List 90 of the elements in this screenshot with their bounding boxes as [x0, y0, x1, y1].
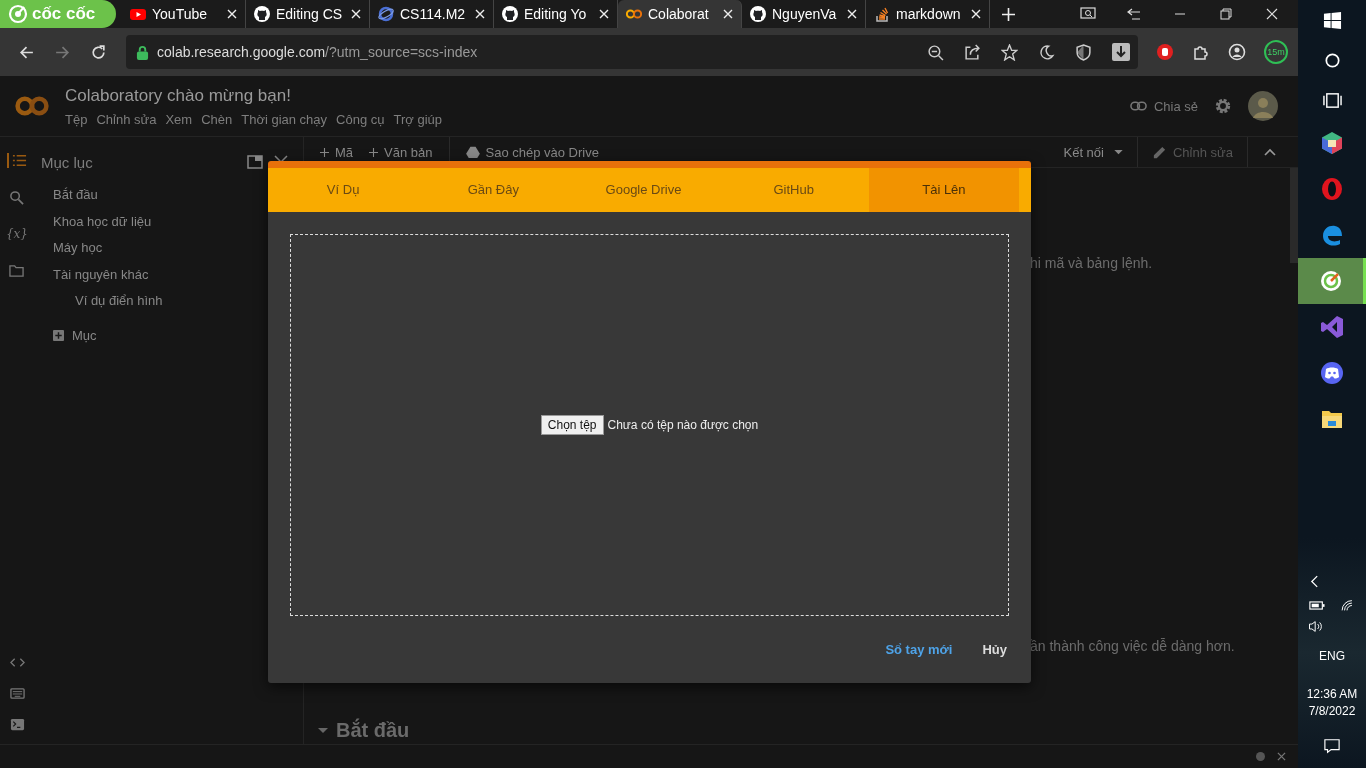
caret-icon	[1114, 149, 1123, 155]
add-text-button[interactable]: Văn bản	[369, 144, 433, 160]
dialog-tab[interactable]: Google Drive	[568, 168, 719, 212]
menu-item[interactable]: Thời gian chạy	[241, 111, 328, 127]
clock-date[interactable]: 7/8/2022	[1308, 704, 1356, 718]
cancel-button[interactable]: Hủy	[982, 637, 1007, 661]
avatar[interactable]	[1248, 91, 1278, 121]
new-notebook-button[interactable]: Sổ tay mới	[885, 637, 953, 661]
folder-icon[interactable]	[9, 263, 25, 278]
coccoc-icon	[1318, 269, 1343, 293]
browser-tab[interactable]: Colaborat	[618, 0, 742, 28]
menu-item[interactable]: Chèn	[201, 111, 233, 127]
menu-item[interactable]: Trợ giúp	[393, 111, 443, 127]
youtube-icon	[130, 6, 146, 22]
variables-icon[interactable]: {x}	[5, 227, 28, 241]
colab-logo-icon	[626, 6, 642, 22]
chevron-left-icon[interactable]	[1310, 574, 1319, 589]
keyboard-icon[interactable]	[9, 686, 25, 701]
collapse-icon[interactable]	[1264, 148, 1276, 156]
opera-icon	[1320, 177, 1344, 201]
choose-file-button[interactable]: Chọn tệp	[540, 414, 604, 435]
status-dot	[1256, 752, 1265, 761]
share-icon[interactable]	[964, 43, 981, 61]
scrollbar[interactable]	[1290, 168, 1298, 263]
pencil-icon	[1152, 144, 1167, 160]
connect-button[interactable]: Kết nối	[1063, 137, 1138, 167]
menu-item[interactable]: Chỉnh sửa	[96, 111, 157, 127]
caret-icon[interactable]	[318, 727, 328, 734]
windows-start-icon[interactable]	[1322, 11, 1342, 30]
dialog-tab[interactable]: GitHub	[718, 168, 869, 212]
discord-icon	[1320, 361, 1344, 385]
github-icon	[750, 6, 766, 22]
terminal-icon[interactable]	[9, 717, 25, 732]
close-icon[interactable]	[1264, 7, 1280, 21]
sidebar-title: Mục lục	[41, 153, 93, 171]
lock-icon	[136, 44, 149, 60]
sidebar-toggle-icon[interactable]	[1126, 7, 1142, 21]
globe-icon	[378, 6, 394, 22]
new-tab-icon[interactable]	[1002, 7, 1015, 21]
star-icon[interactable]	[1001, 43, 1018, 61]
window-icon[interactable]	[247, 155, 263, 169]
cube-icon	[1320, 131, 1344, 155]
add-section-button[interactable]: Mục	[53, 327, 97, 343]
file-status: Chưa có tệp nào được chọn	[607, 417, 759, 432]
colab-logo-icon[interactable]	[14, 94, 50, 118]
input-language[interactable]: ENG	[1319, 649, 1345, 663]
clock-time[interactable]: 12:36 AM	[1306, 687, 1358, 701]
section-heading: Bắt đầu	[336, 719, 410, 742]
edge-icon	[1320, 223, 1344, 247]
settings-icon[interactable]	[1214, 97, 1232, 115]
plus-icon	[369, 147, 379, 157]
stack-icon	[874, 6, 890, 22]
restore-icon[interactable]	[1218, 7, 1234, 21]
menu-item[interactable]: Công cụ	[336, 111, 385, 127]
plus-box-icon	[53, 329, 64, 341]
battery-icon[interactable]	[1309, 599, 1325, 612]
table-of-contents-icon[interactable]	[7, 153, 27, 168]
tab-search-icon[interactable]	[1080, 7, 1096, 21]
zoom-out-icon[interactable]	[927, 43, 944, 61]
paragraph: hi mã và bảng lệnh.	[1030, 255, 1154, 271]
puzzle-icon[interactable]	[1192, 43, 1210, 61]
github-icon	[502, 6, 518, 22]
visual-studio-icon	[1320, 315, 1344, 339]
dialog-tab[interactable]: Ví Dụ	[268, 168, 419, 212]
shield-icon[interactable]	[1075, 43, 1092, 61]
wifi-icon[interactable]	[1339, 599, 1355, 612]
share-button[interactable]: Chia sẻ	[1129, 98, 1198, 114]
notebook-title[interactable]: Colaboratory chào mừng bạn!	[65, 85, 443, 106]
reload-icon[interactable]	[90, 43, 107, 61]
address-bar[interactable]: colab.research.google.com/?utm_source=scs-index	[126, 35, 1138, 69]
paragraph: ần thành công việc dễ dàng hơn.	[1030, 638, 1236, 654]
search-icon[interactable]	[1322, 51, 1342, 70]
profile-icon[interactable]	[1228, 43, 1246, 61]
task-view-icon[interactable]	[1322, 91, 1342, 110]
plus-icon	[320, 147, 329, 157]
menu-item[interactable]: Xem	[165, 111, 193, 127]
github-icon	[254, 6, 270, 22]
volume-icon[interactable]	[1308, 620, 1324, 633]
menu-item[interactable]: Tệp	[65, 111, 88, 127]
notification-icon[interactable]	[1323, 738, 1341, 754]
logo-icon	[8, 4, 28, 24]
timer-badge[interactable]: 15m	[1264, 40, 1288, 64]
dialog-tab[interactable]: Gần Đây	[418, 168, 569, 212]
moon-icon[interactable]	[1038, 43, 1055, 61]
link-icon	[1129, 101, 1147, 111]
url-text: colab.research.google.com/?utm_source=scs-index	[157, 44, 478, 60]
dialog-tab[interactable]: Tài Lên	[868, 168, 1019, 212]
drop-zone[interactable]: Chọn tệp Chưa có tệp nào được chọn	[290, 233, 1009, 616]
download-icon[interactable]	[1112, 43, 1130, 61]
add-code-button[interactable]: Mã	[320, 144, 354, 160]
